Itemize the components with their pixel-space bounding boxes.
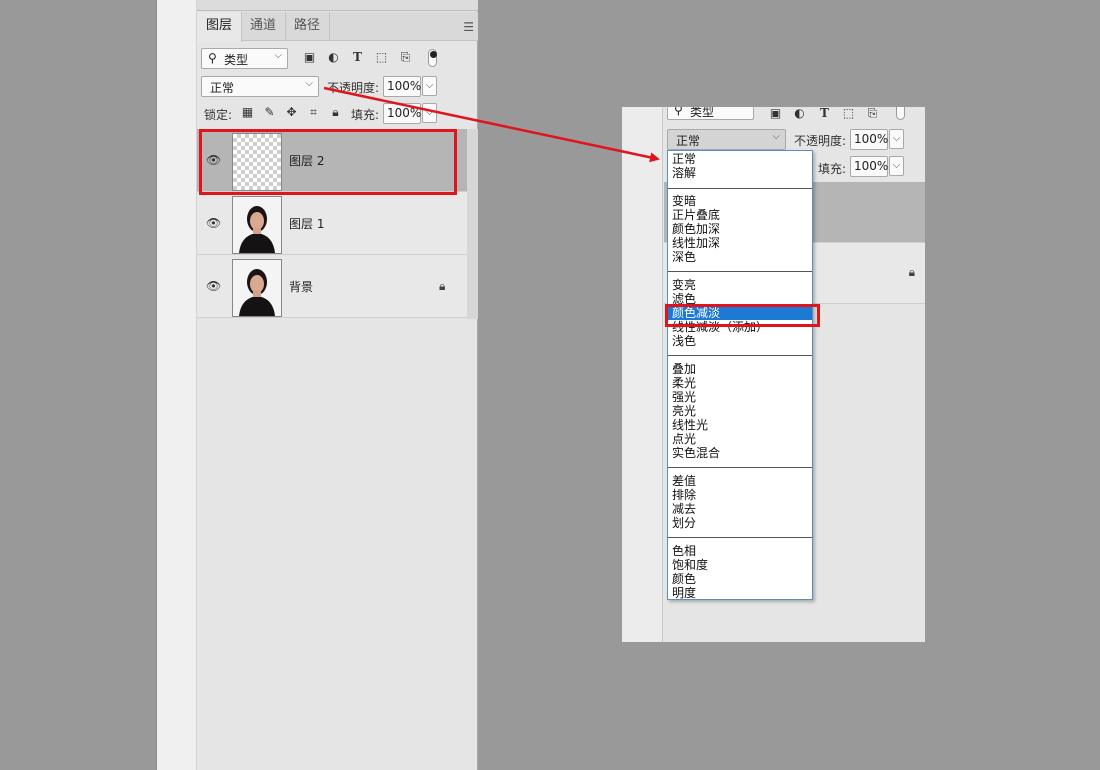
annotation-arrow [323,86,660,163]
arrow-line [323,86,660,163]
